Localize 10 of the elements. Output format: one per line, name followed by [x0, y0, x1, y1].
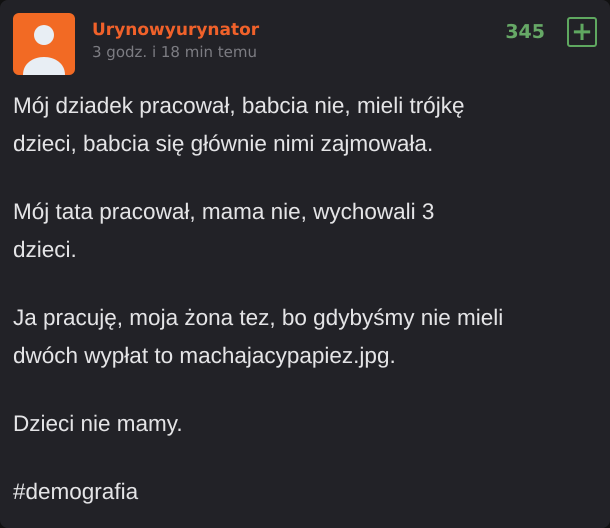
post-paragraph: Mój tata pracował, mama nie, wychowali 3 dzieci.: [13, 198, 434, 264]
post-time: 3 godz. i 18 min temu: [92, 42, 258, 63]
avatar-icon[interactable]: [13, 13, 75, 75]
hashtag-link[interactable]: #demografia: [13, 473, 138, 511]
vote-count: 345: [505, 21, 545, 43]
upvote-button[interactable]: +: [567, 17, 597, 47]
post-paragraph: Mój dziadek pracował, babcia nie, mieli trójkę dzieci, babcia się głównie nimi zajmowała.: [13, 92, 464, 158]
post-paragraph: Dzieci nie mamy.: [13, 410, 183, 438]
post-paragraph: Ja pracuję, moja żona tez, bo gdybyśmy nie mieli dwóch wypłat to machajacypapiez.jpg.: [13, 304, 504, 370]
author-name[interactable]: Urynowyurynator: [92, 19, 506, 41]
